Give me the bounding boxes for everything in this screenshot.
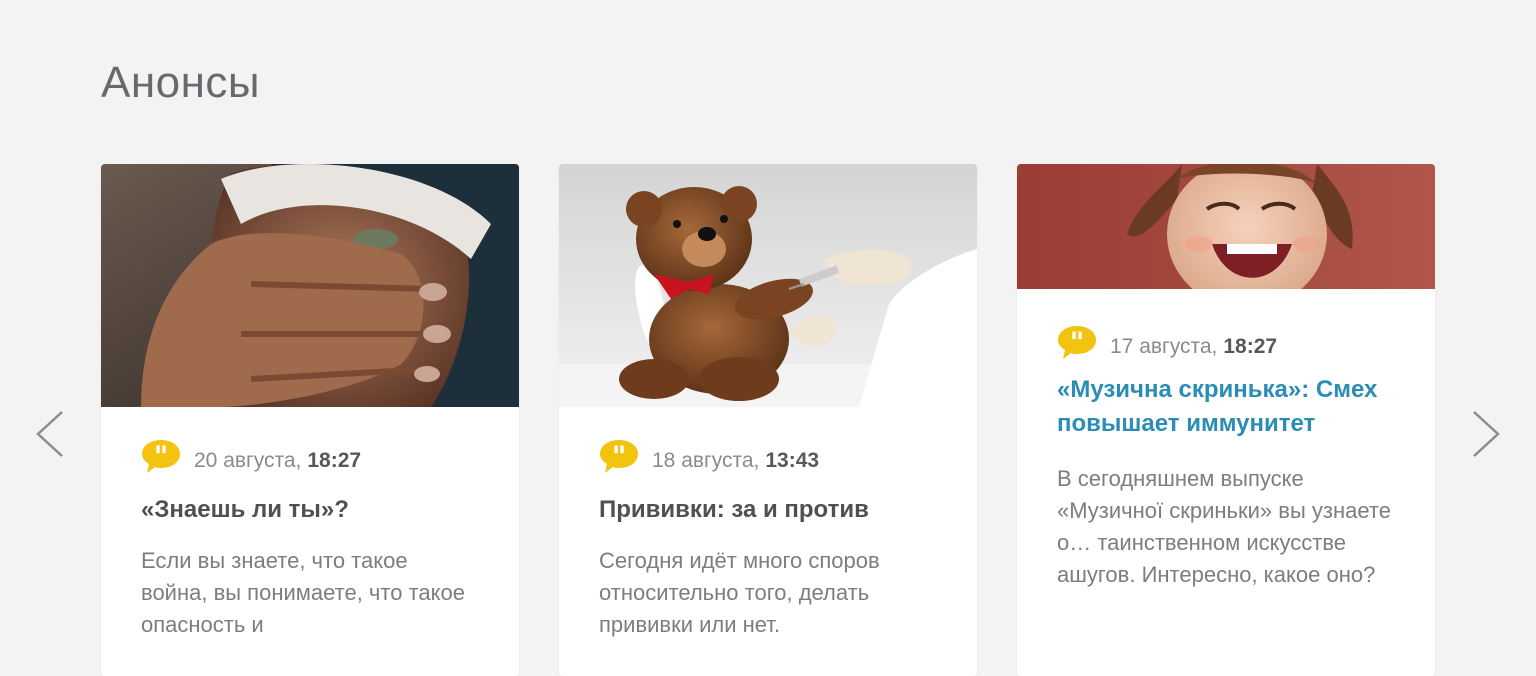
quote-icon: " [1058,326,1096,359]
card-date: 20 августа, [194,449,302,472]
card-title[interactable]: Прививки: за и против [599,493,937,527]
chevron-right-icon [1473,411,1500,457]
card-date: 17 августа, [1110,335,1218,358]
carousel-prev-button[interactable] [30,404,70,464]
card-excerpt: Если вы знаете, что такое война, вы пони… [141,548,465,637]
card-excerpt: В сегодняшнем выпуске «Музичної скриньки… [1057,466,1391,587]
svg-text:": " [154,440,169,473]
card-time: 18:27 [307,449,362,472]
section-title: Анонсы [101,58,261,107]
announcement-card[interactable]: " 17 августа, 18:27 «Музична скринька»: … [1017,164,1435,676]
announcement-card[interactable]: " 18 августа, 13:43 Прививки: за и проти… [559,164,977,676]
chevron-left-icon [36,411,63,457]
card-excerpt: Сегодня идёт много споров относительно т… [599,548,880,637]
svg-text:": " [1070,326,1085,359]
card-image-wounded-woman[interactable] [101,164,519,407]
carousel-next-button[interactable] [1466,404,1506,464]
card-title[interactable]: «Музична скринька»: Смех повышает иммуни… [1057,373,1395,441]
card-date: 18 августа, [652,449,760,472]
svg-text:": " [612,440,627,473]
card-time: 18:27 [1223,335,1278,358]
card-image-laughing-child[interactable] [1017,164,1435,289]
announcement-card[interactable]: " 20 августа, 18:27 «Знаешь ли ты»? Если… [101,164,519,676]
quote-icon: " [142,440,180,473]
quote-icon: " [600,440,638,473]
card-time: 13:43 [765,449,820,472]
card-title[interactable]: «Знаешь ли ты»? [141,493,479,527]
card-image-teddy-bear[interactable] [559,164,977,407]
announcements-section: Анонсы " 20 августа, 18:27 «Знаешь ли ты… [0,0,1536,676]
